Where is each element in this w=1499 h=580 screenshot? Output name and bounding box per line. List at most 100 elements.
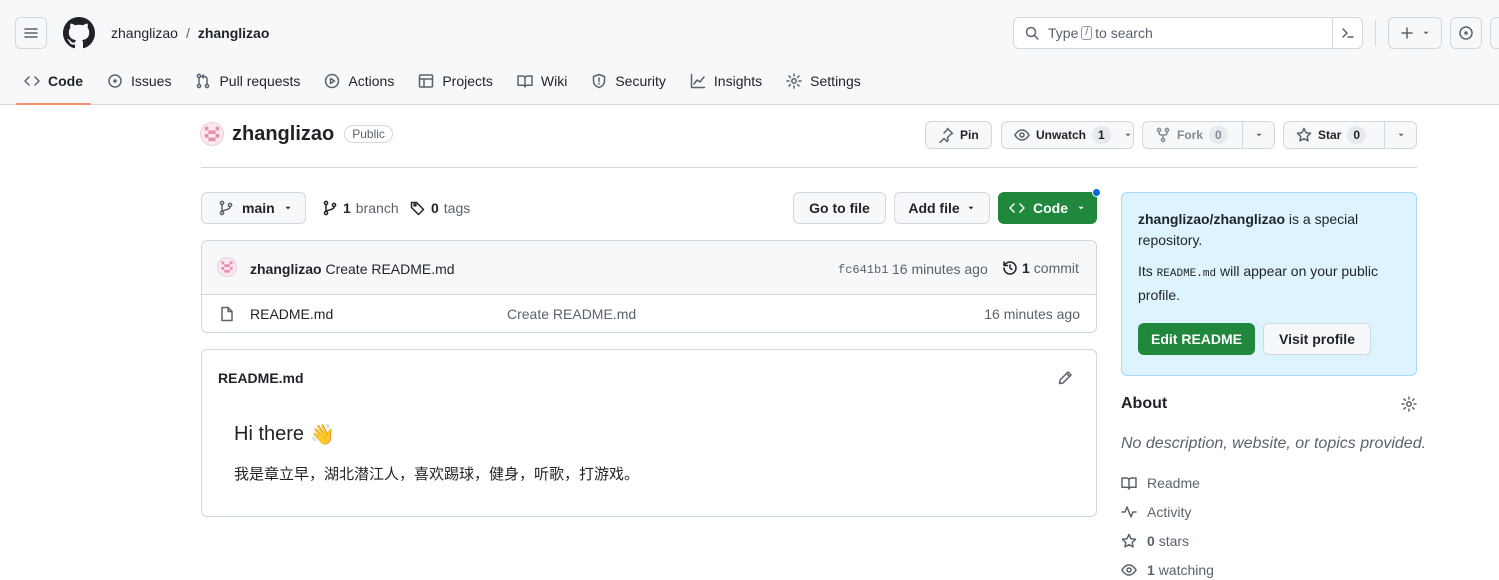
commit-history-link[interactable]: 1 commit bbox=[1002, 260, 1079, 276]
avatar[interactable] bbox=[217, 257, 237, 277]
tab-wiki[interactable]: Wiki bbox=[509, 62, 575, 100]
tab-label: Security bbox=[615, 73, 666, 89]
github-logo-icon[interactable] bbox=[63, 17, 95, 49]
stars-link[interactable]: 0 stars bbox=[1121, 533, 1189, 549]
fork-label: Fork bbox=[1177, 128, 1204, 142]
visit-profile-button[interactable]: Visit profile bbox=[1263, 323, 1371, 355]
watch-group: Unwatch 1 bbox=[1001, 121, 1134, 149]
repo-name[interactable]: zhanglizao bbox=[232, 123, 334, 146]
git-branch-icon bbox=[219, 200, 233, 216]
command-palette-button[interactable] bbox=[1332, 18, 1362, 48]
breadcrumb-repo-link[interactable]: zhanglizao bbox=[198, 25, 270, 41]
caret-down-icon bbox=[968, 206, 974, 210]
commit-count-label: commit bbox=[1033, 260, 1079, 276]
gear-icon bbox=[1401, 396, 1417, 412]
about-description: No description, website, or topics provi… bbox=[1121, 435, 1427, 452]
pin-group: Pin bbox=[925, 121, 992, 149]
star-dropdown[interactable] bbox=[1384, 122, 1416, 148]
special-repo-name: zhanglizao/zhanglizao bbox=[1138, 211, 1286, 227]
file-name-link[interactable]: README.md bbox=[250, 306, 333, 322]
tab-issues[interactable]: Issues bbox=[99, 62, 179, 100]
hamburger-icon bbox=[24, 28, 38, 38]
breadcrumb: zhanglizao / zhanglizao bbox=[111, 25, 269, 41]
breadcrumb-owner-link[interactable]: zhanglizao bbox=[111, 25, 178, 41]
star-icon bbox=[1121, 533, 1137, 548]
table-row[interactable]: README.md Create README.md 16 minutes ag… bbox=[202, 295, 1096, 332]
activity-link[interactable]: Activity bbox=[1121, 504, 1191, 520]
readme-title[interactable]: README.md bbox=[218, 370, 304, 386]
readme-link[interactable]: Readme bbox=[1121, 475, 1200, 491]
avatar[interactable] bbox=[200, 122, 224, 146]
watchers-count: 1 bbox=[1147, 562, 1155, 578]
tab-insights[interactable]: Insights bbox=[682, 62, 770, 100]
branch-select-button[interactable]: main bbox=[201, 192, 306, 224]
tab-label: Pull requests bbox=[219, 73, 301, 89]
edit-about-button[interactable] bbox=[1401, 396, 1417, 412]
go-to-file-button[interactable]: Go to file bbox=[793, 192, 886, 224]
branch-count: 1 bbox=[343, 200, 351, 216]
search-input[interactable]: Type / to search bbox=[1013, 17, 1363, 49]
readme-panel: README.md Hi there 👋 我是章立早，湖北潜江人，喜欢踢球，健身… bbox=[201, 349, 1097, 517]
file-age: 16 minutes ago bbox=[984, 306, 1080, 322]
code-icon bbox=[24, 76, 40, 86]
commit-sha-link[interactable]: fc641b1 bbox=[838, 263, 888, 277]
repo-nav-tabs: Code Issues Pull requests Actions Projec… bbox=[16, 62, 877, 105]
edit-readme-button[interactable] bbox=[1057, 370, 1073, 386]
profile-note-prefix: Its bbox=[1138, 263, 1153, 279]
tag-label: tags bbox=[443, 200, 471, 216]
fork-dropdown[interactable] bbox=[1242, 122, 1274, 148]
tags-link[interactable]: 0 tags bbox=[410, 200, 470, 216]
branch-label: branch bbox=[355, 200, 399, 216]
tab-label: Wiki bbox=[540, 73, 568, 89]
issue-icon bbox=[108, 74, 122, 88]
tab-label: Settings bbox=[810, 73, 861, 89]
tab-security[interactable]: Security bbox=[583, 62, 674, 100]
tab-pull-requests[interactable]: Pull requests bbox=[187, 62, 308, 100]
branches-link[interactable]: 1 branch bbox=[322, 200, 399, 216]
star-counter: 0 bbox=[1347, 126, 1367, 144]
caret-down-icon bbox=[1423, 31, 1429, 35]
pulse-icon bbox=[1121, 506, 1137, 518]
search-placeholder-prefix: Type bbox=[1048, 25, 1079, 41]
tab-label: Actions bbox=[348, 73, 395, 89]
add-file-label: Add file bbox=[908, 200, 960, 216]
activity-link-label: Activity bbox=[1147, 504, 1192, 520]
code-button[interactable]: Code bbox=[998, 192, 1097, 224]
tag-count: 0 bbox=[431, 200, 439, 216]
file-commit-message-link[interactable]: Create README.md bbox=[507, 306, 636, 322]
pin-button[interactable]: Pin bbox=[925, 121, 992, 149]
commit-message-link[interactable]: Create README.md bbox=[325, 261, 454, 277]
repo-title-bar: zhanglizao Public bbox=[200, 122, 393, 146]
special-repo-note: zhanglizao/zhanglizao is a special repos… bbox=[1138, 209, 1400, 251]
readme-heading-text: Hi there bbox=[234, 423, 305, 445]
header-divider bbox=[1375, 20, 1376, 46]
commit-summary: zhanglizao Create README.md bbox=[250, 261, 455, 277]
star-button[interactable]: Star 0 bbox=[1283, 121, 1417, 149]
create-new-button[interactable] bbox=[1388, 17, 1442, 49]
your-issues-button[interactable] bbox=[1450, 17, 1482, 49]
unwatch-button[interactable]: Unwatch 1 bbox=[1001, 121, 1134, 149]
watchers-link[interactable]: 1 watching bbox=[1121, 562, 1214, 578]
caret-down-icon bbox=[285, 206, 291, 210]
fork-button[interactable]: Fork 0 bbox=[1142, 121, 1275, 149]
file-icon bbox=[221, 306, 233, 322]
commit-time: 16 minutes ago bbox=[892, 261, 988, 277]
commit-author-link[interactable]: zhanglizao bbox=[250, 261, 322, 277]
fork-icon bbox=[1156, 127, 1170, 143]
tab-projects[interactable]: Projects bbox=[410, 62, 501, 100]
tab-code[interactable]: Code bbox=[16, 62, 91, 105]
tab-label: Issues bbox=[131, 73, 172, 89]
your-pull-requests-button[interactable] bbox=[1490, 17, 1499, 49]
tab-actions[interactable]: Actions bbox=[316, 62, 402, 100]
identicon-icon bbox=[221, 261, 233, 273]
caret-down-icon bbox=[1256, 133, 1262, 137]
menu-button[interactable] bbox=[15, 17, 47, 49]
add-file-button[interactable]: Add file bbox=[894, 192, 990, 224]
tag-icon bbox=[410, 201, 425, 216]
play-icon bbox=[325, 73, 340, 89]
watch-counter: 1 bbox=[1092, 126, 1111, 144]
graph-icon bbox=[690, 73, 706, 89]
edit-readme-cta-button[interactable]: Edit README bbox=[1138, 323, 1255, 355]
tab-settings[interactable]: Settings bbox=[778, 62, 869, 100]
readme-body: 我是章立早，湖北潜江人，喜欢踢球，健身，听歌，打游戏。 bbox=[234, 465, 640, 483]
